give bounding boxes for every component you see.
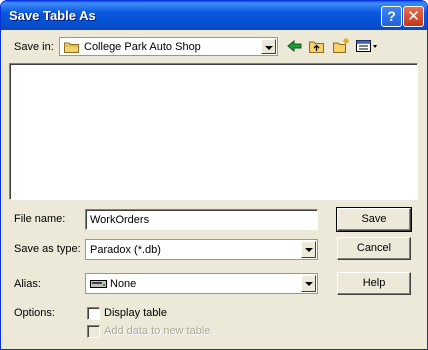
alias-value: None bbox=[110, 278, 137, 290]
save-in-dropdown[interactable]: College Park Auto Shop bbox=[59, 37, 278, 56]
save-as-type-label: Save as type: bbox=[14, 243, 81, 255]
new-folder-icon[interactable] bbox=[332, 38, 350, 54]
file-name-label: File name: bbox=[14, 213, 66, 225]
save-as-type-dropdown[interactable]: Paradox (*.db) bbox=[85, 239, 318, 260]
save-as-type-value: Paradox (*.db) bbox=[90, 244, 161, 256]
title-bar[interactable]: Save Table As ? ✕ bbox=[1, 1, 427, 30]
add-data-checkbox bbox=[87, 325, 100, 338]
folder-icon bbox=[64, 41, 80, 56]
view-menu-icon[interactable] bbox=[355, 38, 379, 54]
save-as-type-dropdown-arrow[interactable] bbox=[301, 241, 316, 258]
display-table-label[interactable]: Display table bbox=[104, 307, 167, 319]
cancel-button[interactable]: Cancel bbox=[337, 237, 411, 260]
close-button[interactable]: ✕ bbox=[403, 6, 424, 27]
save-in-dropdown-arrow[interactable] bbox=[261, 39, 276, 54]
up-folder-icon[interactable] bbox=[308, 38, 326, 54]
file-list[interactable] bbox=[9, 63, 418, 200]
save-table-as-dialog: Save Table As ? ✕ Save in: College Park … bbox=[0, 0, 428, 350]
drive-icon bbox=[90, 278, 108, 293]
display-table-checkbox[interactable] bbox=[87, 307, 100, 320]
save-button[interactable]: Save bbox=[336, 207, 412, 232]
help-title-button[interactable]: ? bbox=[381, 6, 402, 27]
file-name-input[interactable] bbox=[88, 211, 308, 228]
save-in-value: College Park Auto Shop bbox=[84, 41, 201, 53]
add-data-label: Add data to new table bbox=[104, 325, 211, 337]
alias-dropdown[interactable]: None bbox=[85, 273, 318, 294]
file-name-field[interactable] bbox=[85, 209, 318, 230]
back-arrow-icon[interactable] bbox=[286, 38, 304, 54]
help-button[interactable]: Help bbox=[337, 272, 411, 295]
save-in-label: Save in: bbox=[14, 41, 54, 53]
options-label: Options: bbox=[14, 307, 55, 319]
alias-label: Alias: bbox=[14, 278, 41, 290]
dialog-title: Save Table As bbox=[9, 8, 96, 23]
alias-dropdown-arrow[interactable] bbox=[301, 275, 316, 292]
